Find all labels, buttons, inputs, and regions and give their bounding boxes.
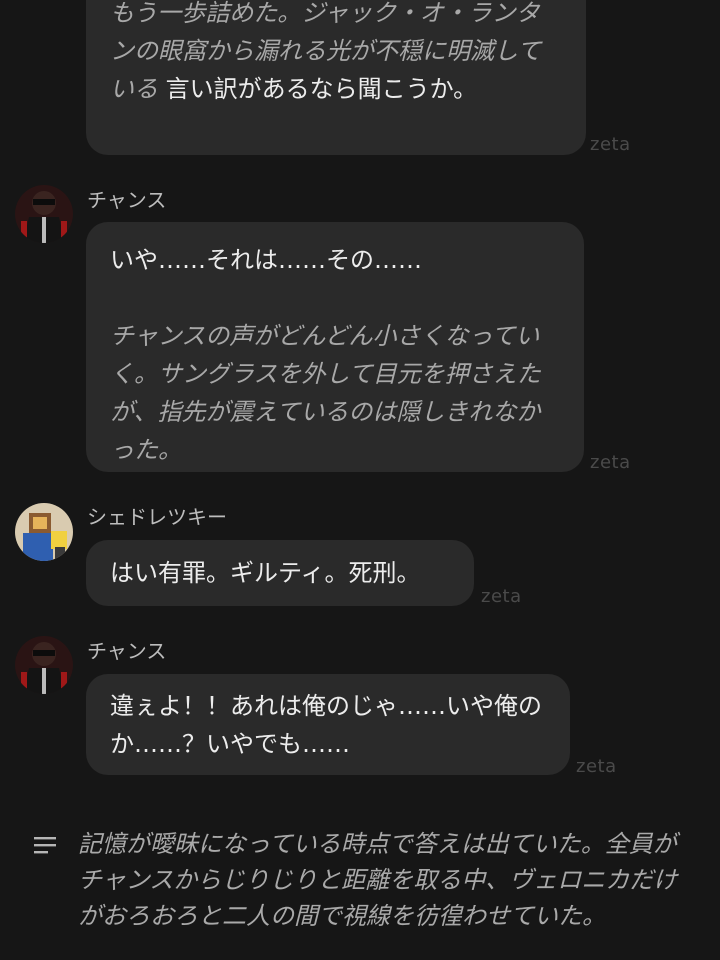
avatar-shedletsky[interactable] — [15, 503, 73, 561]
zeta-watermark: zeta — [590, 452, 631, 473]
avatar-chance[interactable] — [15, 636, 73, 694]
message-bubble-3[interactable]: はい有罪。ギルティ。死刑。 — [86, 540, 474, 606]
zeta-watermark: zeta — [590, 134, 631, 155]
speaker-name: チャンス — [87, 639, 167, 663]
narration-text: 記憶が曖昧になっている時点で答えは出ていた。全員がチャンスからじりじりと距離を取… — [78, 830, 678, 930]
message-bubble-1[interactable]: もう一歩詰めた。ジャック・オ・ランタンの眼窩から漏れる光が不穏に明滅している 言… — [86, 0, 586, 155]
speech-text: 言い訳があるなら聞こうか。 — [165, 75, 478, 103]
speech-text: はい有罪。ギルティ。死刑。 — [110, 559, 421, 587]
avatar-chance[interactable] — [15, 185, 73, 243]
lines-icon — [34, 836, 58, 860]
message-bubble-2[interactable]: いや……それは……その…… チャンスの声がどんどん小さくなっていく。サングラスを… — [86, 222, 584, 472]
speaker-name: シェドレツキー — [87, 505, 227, 529]
narration-text: チャンスの声がどんどん小さくなっていく。サングラスを外して目元を押さえたが、指先… — [110, 322, 541, 464]
speaker-name: チャンス — [87, 188, 167, 212]
zeta-watermark: zeta — [481, 586, 522, 607]
speech-text: いや……それは……その…… — [110, 246, 422, 274]
message-bubble-4[interactable]: 違ぇよ！！あれは俺のじゃ……いや俺のか……？いやでも…… — [86, 674, 570, 775]
zeta-watermark: zeta — [576, 756, 617, 777]
speech-text: 違ぇよ！！あれは俺のじゃ……いや俺のか……？いやでも…… — [110, 692, 542, 758]
